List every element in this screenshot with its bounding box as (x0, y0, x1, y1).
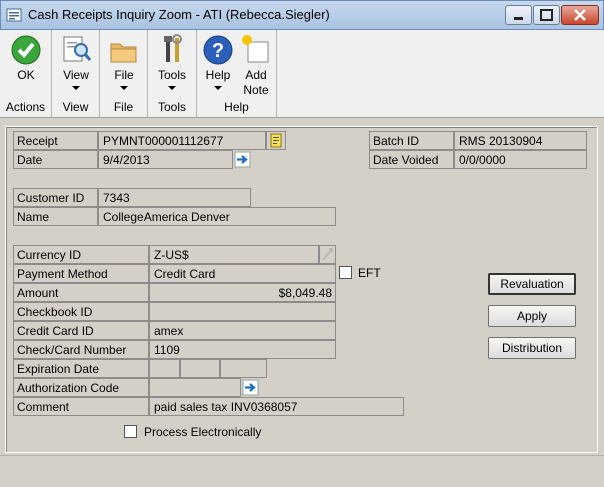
ribbon-group-tools: Tools Tools (148, 30, 197, 118)
app-icon (6, 7, 22, 23)
file-label: File (114, 68, 134, 82)
ok-button[interactable]: OK (4, 32, 48, 96)
help-icon: ? (203, 35, 233, 65)
checkbook-id-label: Checkbook ID (13, 302, 149, 321)
date-label: Date (13, 150, 98, 169)
note-icon (270, 133, 282, 148)
ok-check-icon (11, 35, 41, 65)
name-field[interactable]: CollegeAmerica Denver (98, 207, 336, 226)
date-voided-field[interactable]: 0/0/0000 (454, 150, 587, 169)
currency-id-label: Currency ID (13, 245, 149, 264)
minimize-button[interactable] (505, 5, 532, 25)
check-card-number-label: Check/Card Number (13, 340, 149, 359)
check-card-number-field[interactable]: 1109 (149, 340, 336, 359)
payment-method-field[interactable]: Credit Card (149, 264, 336, 283)
date-field[interactable]: 9/4/2013 (98, 150, 233, 169)
tools-icon (164, 34, 182, 62)
group-label-view: View (62, 100, 89, 114)
eft-label: EFT (358, 266, 381, 280)
ribbon-group-actions: OK Actions (0, 30, 52, 118)
expiration-year-field[interactable] (220, 359, 267, 378)
amount-label: Amount (13, 283, 149, 302)
ok-label: OK (17, 68, 35, 82)
folder-icon (110, 43, 137, 63)
group-label-help: Help (224, 100, 249, 114)
batch-id-field[interactable]: RMS 20130904 (454, 131, 587, 150)
arrow-right-icon (242, 379, 259, 396)
tools-label: Tools (157, 68, 186, 82)
chevron-down-icon (214, 86, 222, 90)
ribbon-group-file: File File (100, 30, 148, 118)
currency-expansion-button[interactable] (319, 245, 336, 264)
close-button[interactable] (561, 5, 599, 25)
eft-checkbox[interactable] (339, 266, 352, 279)
arrow-right-icon (234, 151, 251, 168)
maximize-icon (540, 9, 553, 21)
minimize-icon (514, 17, 523, 20)
add-note-label-line2: Note (243, 83, 269, 97)
ribbon-group-view: View View (52, 30, 100, 118)
date-expansion-button[interactable] (234, 151, 251, 168)
process-electronically-label: Process Electronically (144, 425, 262, 439)
close-icon (574, 9, 586, 21)
authorization-expansion-button[interactable] (242, 379, 259, 396)
chevron-down-icon (72, 86, 80, 90)
currency-id-field[interactable]: Z-US$ (149, 245, 319, 264)
add-note-icon (242, 35, 269, 63)
help-label: Help (205, 68, 231, 82)
date-voided-label: Date Voided (369, 150, 454, 169)
tools-button[interactable]: Tools (150, 32, 194, 96)
customer-id-field[interactable]: 7343 (98, 188, 251, 207)
batch-id-label: Batch ID (369, 131, 454, 150)
authorization-code-field[interactable] (149, 378, 241, 397)
amount-field[interactable]: $8,049.48 (149, 283, 336, 302)
expiration-date-label: Expiration Date (13, 359, 149, 378)
add-note-label-line1: Add (245, 68, 267, 82)
checkbook-id-field[interactable] (149, 302, 336, 321)
receipt-note-button[interactable] (266, 131, 286, 150)
chevron-down-icon (168, 86, 176, 90)
view-label: View (63, 68, 89, 82)
group-label-tools: Tools (157, 100, 186, 114)
ribbon-group-help: ? Help Add Note Help (197, 30, 277, 118)
expiration-month-field[interactable] (149, 359, 180, 378)
add-note-button[interactable]: Add Note (237, 32, 275, 97)
currency-expand-icon (322, 248, 333, 261)
magnifier-document-icon (63, 36, 92, 62)
svg-text:?: ? (212, 40, 224, 62)
credit-card-id-label: Credit Card ID (13, 321, 149, 340)
view-button[interactable]: View (54, 32, 98, 96)
comment-label: Comment (13, 397, 149, 416)
chevron-down-icon (120, 86, 128, 90)
comment-field[interactable]: paid sales tax INV0368057 (149, 397, 404, 416)
receipt-field[interactable]: PYMNT000001112677 (98, 131, 266, 150)
expiration-day-field[interactable] (180, 359, 220, 378)
authorization-code-label: Authorization Code (13, 378, 149, 397)
name-label: Name (13, 207, 98, 226)
group-label-file: File (113, 100, 134, 114)
revaluation-button[interactable]: Revaluation (488, 273, 576, 295)
receipt-label: Receipt (13, 131, 98, 150)
apply-button[interactable]: Apply (488, 305, 576, 327)
payment-method-label: Payment Method (13, 264, 149, 283)
maximize-button[interactable] (533, 5, 560, 25)
group-label-actions: Actions (5, 100, 46, 114)
status-bar (0, 455, 604, 487)
window-title: Cash Receipts Inquiry Zoom - ATI (Rebecc… (28, 7, 330, 22)
help-button[interactable]: ? Help (199, 32, 237, 96)
file-button[interactable]: File (102, 32, 146, 96)
distribution-button[interactable]: Distribution (488, 337, 576, 359)
process-electronically-checkbox[interactable] (124, 425, 137, 438)
customer-id-label: Customer ID (13, 188, 98, 207)
credit-card-id-field[interactable]: amex (149, 321, 336, 340)
